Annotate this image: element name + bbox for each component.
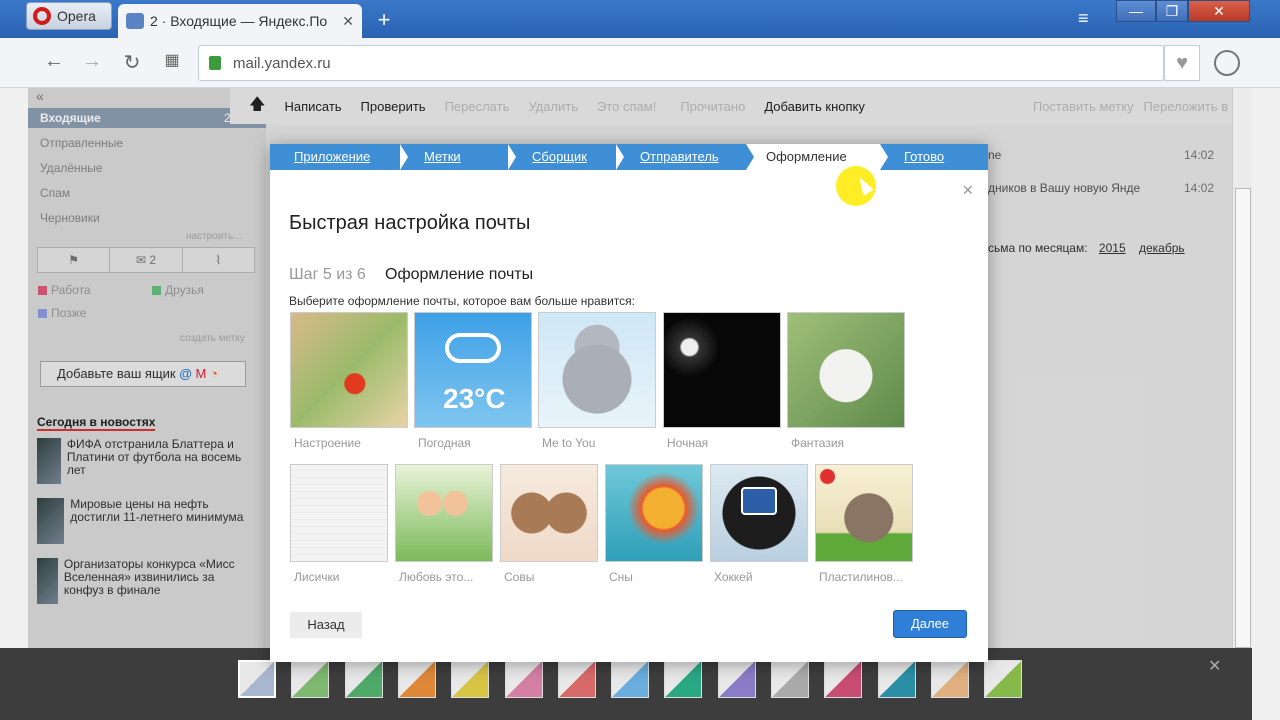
theme-thumbnail: [605, 464, 703, 562]
forward-arrow-icon[interactable]: →: [78, 50, 106, 73]
close-window-button[interactable]: ✕: [1188, 0, 1250, 22]
weather-temp: 23°C: [443, 383, 506, 414]
step-separator: [400, 144, 408, 170]
theme-name: Пластилинов...: [819, 570, 903, 584]
theme-swatch[interactable]: [451, 660, 490, 698]
step-name: Оформление почты: [385, 266, 534, 283]
step-separator: [746, 144, 754, 170]
back-arrow-icon[interactable]: ←: [40, 50, 68, 73]
tab-title: 2 · Входящие — Яндекс.По: [150, 13, 328, 29]
step-done[interactable]: Готово: [880, 144, 988, 170]
opera-logo-icon: [33, 7, 51, 25]
theme-name: Хоккей: [714, 570, 753, 584]
theme-thumbnail: [663, 312, 781, 428]
lock-icon: [209, 56, 221, 70]
dialog-title: Быстрая настройка почты: [289, 212, 531, 234]
theme-swatch[interactable]: [238, 660, 276, 698]
step-separator: [616, 144, 624, 170]
theme-name: Погодная: [418, 436, 471, 450]
reload-icon[interactable]: ↻: [118, 50, 146, 75]
address-bar-row: ← → ↻ ▦ mail.yandex.ru ♥: [0, 38, 1280, 88]
cloud-sun-icon: [445, 333, 501, 363]
theme-thumbnail: 23°C: [414, 312, 532, 428]
new-tab-button[interactable]: +: [370, 8, 398, 34]
step-separator: [508, 144, 516, 170]
theme-name: Me to You: [542, 436, 596, 450]
theme-swatch[interactable]: [824, 660, 863, 698]
bookmark-heart-icon[interactable]: ♥: [1164, 45, 1200, 81]
theme-swatch[interactable]: [717, 660, 756, 698]
minimize-button[interactable]: —: [1116, 0, 1156, 22]
theme-thumbnail: [290, 312, 408, 428]
scrollbar-thumb[interactable]: [1235, 188, 1251, 648]
step-labels[interactable]: Метки: [400, 144, 508, 170]
browser-titlebar: Opera 2 · Входящие — Яндекс.По ✕ + ≡ — ❐…: [0, 0, 1280, 38]
theme-thumbnail: [290, 464, 388, 562]
next-button[interactable]: Далее: [893, 610, 967, 638]
theme-swatch[interactable]: [877, 660, 916, 698]
theme-swatch[interactable]: [664, 660, 703, 698]
theme-thumbnail: [538, 312, 656, 428]
khl-logo-icon: [741, 487, 777, 515]
url-text: mail.yandex.ru: [233, 54, 331, 72]
theme-swatch[interactable]: [344, 660, 383, 698]
theme-name: Совы: [504, 570, 535, 584]
theme-swatch[interactable]: [504, 660, 543, 698]
step-separator: [880, 144, 888, 170]
theme-name: Фантазия: [791, 436, 845, 450]
back-button[interactable]: Назад: [290, 612, 362, 638]
theme-swatch[interactable]: [930, 660, 969, 698]
theme-name: Сны: [609, 570, 633, 584]
theme-swatch[interactable]: [984, 660, 1023, 698]
theme-thumbnail: [500, 464, 598, 562]
setup-wizard-dialog: Приложение Метки Сборщик Отправитель Офо…: [270, 144, 988, 662]
step-description: Выберите оформление почты, которое вам б…: [289, 294, 635, 308]
url-field[interactable]: mail.yandex.ru: [198, 45, 1164, 81]
tab-close-icon[interactable]: ✕: [342, 13, 354, 30]
theme-name: Лисички: [294, 570, 340, 584]
step-sender[interactable]: Отправитель: [616, 144, 746, 170]
swatch-bar-close-icon[interactable]: ✕: [1208, 656, 1221, 676]
user-icon[interactable]: [1214, 50, 1240, 76]
mail-icon: [126, 13, 144, 29]
theme-swatch[interactable]: [397, 660, 436, 698]
theme-swatch[interactable]: [611, 660, 650, 698]
tabs-menu-icon[interactable]: ≡: [1078, 8, 1089, 29]
step-app[interactable]: Приложение: [270, 144, 400, 170]
browser-tab[interactable]: 2 · Входящие — Яндекс.По ✕: [118, 4, 362, 38]
speed-dial-icon[interactable]: ▦: [158, 50, 186, 70]
opera-menu-button[interactable]: Opera: [26, 2, 112, 30]
theme-thumbnail: [815, 464, 913, 562]
opera-menu-label: Opera: [57, 8, 96, 24]
theme-swatch[interactable]: [771, 660, 809, 698]
step-counter: Шаг 5 из 6: [289, 266, 366, 283]
step-collector[interactable]: Сборщик: [508, 144, 616, 170]
dialog-close-icon[interactable]: ✕: [962, 182, 974, 199]
theme-thumbnail: [710, 464, 808, 562]
theme-swatch[interactable]: [291, 660, 330, 698]
maximize-button[interactable]: ❐: [1156, 0, 1188, 22]
theme-thumbnail: [395, 464, 493, 562]
theme-thumbnail: [787, 312, 905, 428]
wizard-steps: Приложение Метки Сборщик Отправитель Офо…: [270, 144, 988, 170]
page-scrollbar[interactable]: [1232, 88, 1252, 648]
theme-swatch[interactable]: [557, 660, 596, 698]
theme-name: Настроение: [294, 436, 361, 450]
theme-name: Ночная: [667, 436, 709, 450]
theme-name: Любовь это...: [399, 570, 474, 584]
